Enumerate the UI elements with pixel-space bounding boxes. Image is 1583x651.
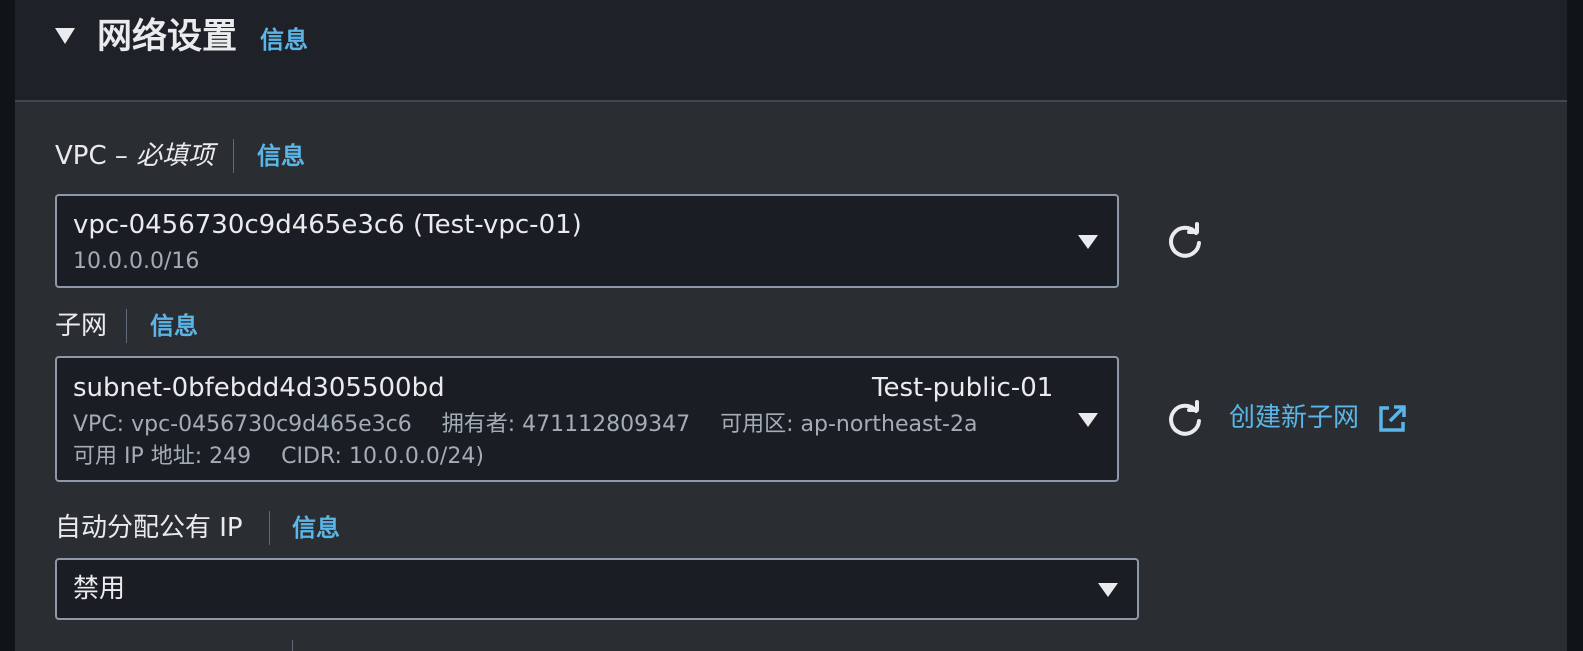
public-ip-info-link[interactable]: 信息 bbox=[292, 510, 340, 546]
vpc-label-text: VPC bbox=[55, 141, 107, 171]
public-ip-label: 自动分配公有 IP bbox=[55, 513, 243, 543]
vpc-label-dash: – bbox=[106, 141, 137, 171]
public-ip-select-value: 禁用 bbox=[73, 574, 126, 604]
panel-header: 网络设置 信息 bbox=[15, 0, 1567, 102]
vpc-select[interactable]: vpc-0456730c9d465e3c6 (Test-vpc-01) 10.0… bbox=[55, 194, 1119, 288]
chevron-down-icon bbox=[1078, 235, 1098, 249]
page: 网络设置 信息 VPC – 必填项 信息 vpc-0456730c9d465e3… bbox=[0, 0, 1583, 651]
public-ip-select[interactable]: 禁用 bbox=[55, 558, 1139, 620]
subnet-label: 子网 bbox=[55, 311, 108, 341]
subnet-select-value: subnet-0bfebdd4d305500bd bbox=[73, 373, 445, 403]
subnet-detail-owner: 拥有者: 471112809347 bbox=[441, 412, 691, 437]
section-info-link[interactable]: 信息 bbox=[260, 22, 308, 58]
subnet-detail-az: 可用区: ap-northeast-2a bbox=[720, 412, 978, 437]
subnet-info-link[interactable]: 信息 bbox=[150, 308, 198, 344]
chevron-down-icon bbox=[1098, 583, 1118, 597]
vpc-select-cidr: 10.0.0.0/16 bbox=[73, 249, 200, 274]
subnet-select-details-line1: VPC: vpc-0456730c9d465e3c6 拥有者: 471112809… bbox=[73, 410, 977, 440]
public-ip-label-divider bbox=[269, 511, 270, 545]
subnet-detail-cidr: CIDR: 10.0.0.0/24) bbox=[281, 444, 484, 469]
external-link-icon[interactable] bbox=[1377, 404, 1407, 434]
subnet-refresh-icon[interactable] bbox=[1165, 399, 1205, 439]
vpc-select-value: vpc-0456730c9d465e3c6 (Test-vpc-01) bbox=[73, 210, 582, 240]
caret-down-icon[interactable] bbox=[54, 27, 76, 45]
section-title: 网络设置 bbox=[97, 17, 238, 57]
subnet-select[interactable]: subnet-0bfebdd4d305500bd Test-public-01 … bbox=[55, 356, 1119, 482]
next-field-divider bbox=[292, 640, 293, 651]
network-settings-panel: 网络设置 信息 VPC – 必填项 信息 vpc-0456730c9d465e3… bbox=[15, 0, 1567, 651]
subnet-detail-vpc: VPC: vpc-0456730c9d465e3c6 bbox=[73, 412, 412, 437]
vpc-label-divider bbox=[233, 139, 234, 173]
subnet-detail-ip: 可用 IP 地址: 249 bbox=[73, 444, 252, 469]
vpc-label: VPC – 必填项 bbox=[55, 138, 214, 174]
create-subnet-link[interactable]: 创建新子网 bbox=[1229, 400, 1359, 436]
subnet-label-divider bbox=[126, 309, 127, 343]
chevron-down-icon bbox=[1078, 413, 1098, 427]
vpc-refresh-icon[interactable] bbox=[1165, 221, 1205, 261]
subnet-select-details-line2: 可用 IP 地址: 249 CIDR: 10.0.0.0/24) bbox=[73, 442, 484, 472]
subnet-select-name: Test-public-01 bbox=[872, 373, 1054, 403]
vpc-required-text: 必填项 bbox=[136, 141, 215, 171]
vpc-info-link[interactable]: 信息 bbox=[257, 138, 305, 174]
